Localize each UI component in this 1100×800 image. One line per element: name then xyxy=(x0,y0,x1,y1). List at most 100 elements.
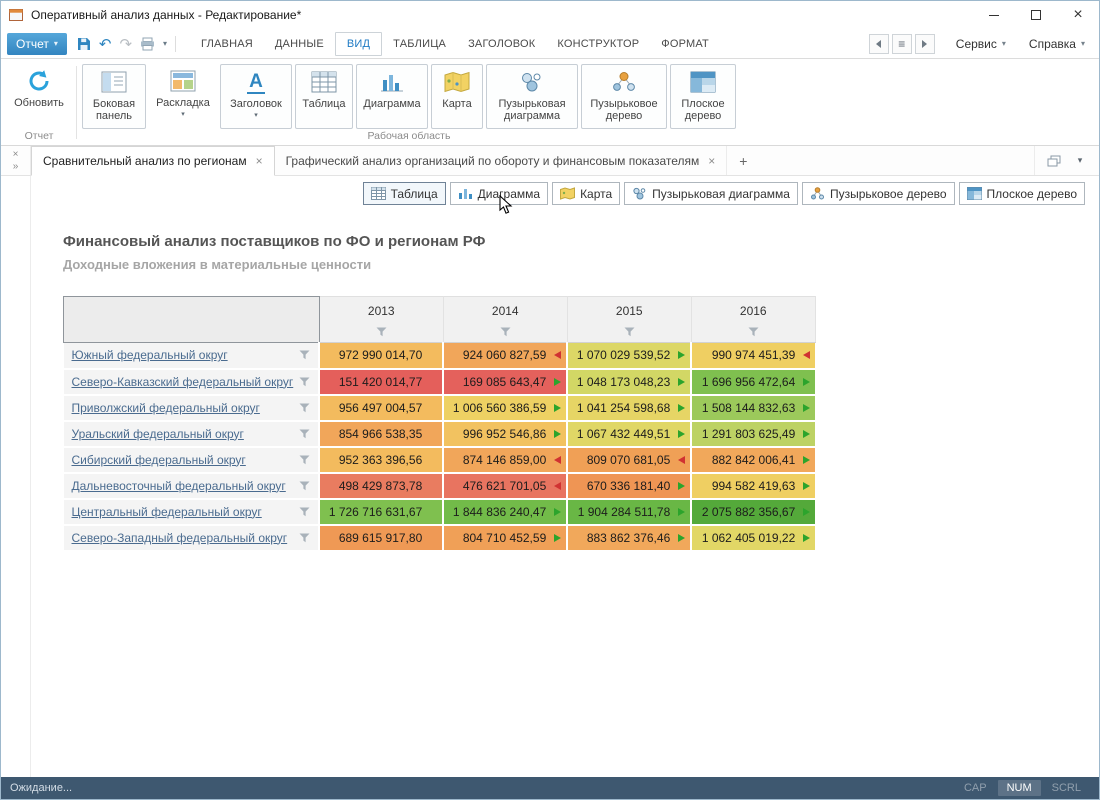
service-menu[interactable]: Сервис ▾ xyxy=(956,37,1006,51)
cell-value: 169 085 643,47 xyxy=(463,375,546,389)
filter-icon[interactable] xyxy=(299,533,310,543)
cell-value: 1 067 432 449,51 xyxy=(577,427,670,441)
close-button[interactable]: × xyxy=(1057,1,1099,29)
filter-icon[interactable] xyxy=(299,455,310,465)
minimize-icon xyxy=(989,15,999,16)
layout-button[interactable]: Раскладка ▾ xyxy=(149,64,217,129)
view-flat-tree-button[interactable]: Плоское дерево xyxy=(959,182,1085,205)
service-menu-label: Сервис xyxy=(956,37,997,51)
filter-icon[interactable] xyxy=(748,327,759,337)
filter-icon[interactable] xyxy=(299,350,310,360)
trend-up-icon xyxy=(803,456,810,464)
ribbon-group-report: Обновить Отчет xyxy=(7,64,71,145)
close-icon[interactable]: × xyxy=(256,154,263,168)
value-cell: 990 974 451,39 xyxy=(691,343,815,369)
undo-button[interactable]: ↶ xyxy=(99,35,112,53)
collapsed-side-panel[interactable] xyxy=(1,176,31,777)
column-header-2016[interactable]: 2016 xyxy=(691,297,815,343)
value-cell: 804 710 452,59 xyxy=(443,525,567,551)
view-table-button[interactable]: Таблица xyxy=(363,182,446,205)
region-link[interactable]: Северо-Западный федеральный округ xyxy=(72,531,288,545)
scroll-tabs-right-button[interactable] xyxy=(915,34,935,54)
help-menu[interactable]: Справка ▾ xyxy=(1029,37,1085,51)
chart-view-button[interactable]: Диаграмма xyxy=(356,64,428,129)
map-view-button[interactable]: Карта xyxy=(431,64,483,129)
close-icon[interactable]: × xyxy=(708,154,715,168)
minimize-button[interactable] xyxy=(973,1,1015,29)
ribbon-tab-main[interactable]: ГЛАВНАЯ xyxy=(190,29,264,58)
value-cell: 1 041 254 598,68 xyxy=(567,395,691,421)
tab-options-dropdown[interactable]: ▾ xyxy=(1069,151,1091,171)
filter-icon[interactable] xyxy=(624,327,635,337)
refresh-button[interactable]: Обновить xyxy=(7,64,71,129)
ribbon-tab-constructor[interactable]: КОНСТРУКТОР xyxy=(546,29,650,58)
region-link[interactable]: Приволжский федеральный округ xyxy=(72,401,260,415)
filter-icon[interactable] xyxy=(299,507,310,517)
trend-down-icon xyxy=(678,456,685,464)
maximize-button[interactable] xyxy=(1015,1,1057,29)
filter-icon[interactable] xyxy=(299,481,310,491)
tab-list-button[interactable]: ≡ xyxy=(892,34,912,54)
flat-tree-view-button[interactable]: Плоское дерево xyxy=(670,64,736,129)
save-button[interactable] xyxy=(77,37,91,51)
table-view-label: Таблица xyxy=(302,98,345,110)
value-cell: 151 420 014,77 xyxy=(319,369,443,395)
side-panel-button[interactable]: Боковая панель xyxy=(82,64,146,129)
panel-close-icon[interactable]: × xyxy=(13,149,19,160)
column-header-2015[interactable]: 2015 xyxy=(567,297,691,343)
panel-expand-icon[interactable]: » xyxy=(13,161,19,172)
region-link[interactable]: Центральный федеральный округ xyxy=(72,505,262,519)
region-link[interactable]: Дальневосточный федеральный округ xyxy=(72,479,286,493)
ribbon-tab-header[interactable]: ЗАГОЛОВОК xyxy=(457,29,546,58)
cell-value: 1 696 956 472,64 xyxy=(702,375,795,389)
filter-icon[interactable] xyxy=(376,327,387,337)
trend-up-icon xyxy=(554,508,561,516)
region-link[interactable]: Южный федеральный округ xyxy=(72,348,228,362)
bubble-tree-view-button[interactable]: Пузырьковое дерево xyxy=(581,64,667,129)
cell-value: 1 291 803 625,49 xyxy=(702,427,795,441)
row-header: Сибирский федеральный округ xyxy=(64,447,320,473)
value-cell: 498 429 873,78 xyxy=(319,473,443,499)
add-tab-button[interactable]: + xyxy=(727,146,759,175)
row-header: Приволжский федеральный округ xyxy=(64,395,320,421)
region-link[interactable]: Уральский федеральный округ xyxy=(72,427,244,441)
ribbon-tab-table[interactable]: ТАБЛИЦА xyxy=(382,29,457,58)
region-link[interactable]: Сибирский федеральный округ xyxy=(72,453,246,467)
row-header: Северо-Кавказский федеральный округ xyxy=(64,369,320,395)
header-icon: А xyxy=(247,69,265,95)
scroll-tabs-left-button[interactable] xyxy=(869,34,889,54)
ribbon-tab-data[interactable]: ДАННЫЕ xyxy=(264,29,335,58)
column-header-2014[interactable]: 2014 xyxy=(443,297,567,343)
print-button[interactable] xyxy=(140,37,155,51)
filter-icon[interactable] xyxy=(299,377,310,387)
view-map-button[interactable]: Карта xyxy=(552,182,620,205)
trend-up-icon xyxy=(678,404,685,412)
column-year-label: 2014 xyxy=(444,304,567,318)
window-list-button[interactable] xyxy=(1043,151,1065,171)
doc-tab-regional-comparison[interactable]: Сравнительный анализ по регионам × xyxy=(31,146,275,176)
view-chart-button[interactable]: Диаграмма xyxy=(450,182,548,205)
filter-icon[interactable] xyxy=(500,327,511,337)
filter-icon[interactable] xyxy=(299,429,310,439)
trend-up-icon xyxy=(678,378,685,386)
doc-tab-graphic-analysis[interactable]: Графический анализ организаций по оборот… xyxy=(275,146,728,175)
ribbon-tab-view[interactable]: ВИД xyxy=(335,32,382,56)
filter-icon[interactable] xyxy=(299,403,310,413)
bubble-chart-view-button[interactable]: Пузырьковая диаграмма xyxy=(486,64,578,129)
ribbon-group-label-report: Отчет xyxy=(7,129,71,145)
view-bubble-chart-button[interactable]: Пузырьковая диаграмма xyxy=(624,182,798,205)
header-button[interactable]: А Заголовок ▾ xyxy=(220,64,292,129)
trend-up-icon xyxy=(678,534,685,542)
region-link[interactable]: Северо-Кавказский федеральный округ xyxy=(72,375,294,389)
value-cell: 972 990 014,70 xyxy=(319,343,443,369)
cell-value: 1 844 836 240,47 xyxy=(453,505,546,519)
quick-access-dropdown[interactable]: ▾ xyxy=(163,39,167,48)
value-cell: 169 085 643,47 xyxy=(443,369,567,395)
report-menu-button[interactable]: Отчет ▾ xyxy=(7,33,67,55)
view-bubble-tree-button[interactable]: Пузырьковое дерево xyxy=(802,182,955,205)
table-view-button[interactable]: Таблица xyxy=(295,64,353,129)
ribbon-tab-format[interactable]: ФОРМАТ xyxy=(650,29,720,58)
column-header-2013[interactable]: 2013 xyxy=(319,297,443,343)
ribbon: Обновить Отчет xyxy=(1,59,1099,146)
redo-button[interactable]: ↷ xyxy=(119,35,132,53)
